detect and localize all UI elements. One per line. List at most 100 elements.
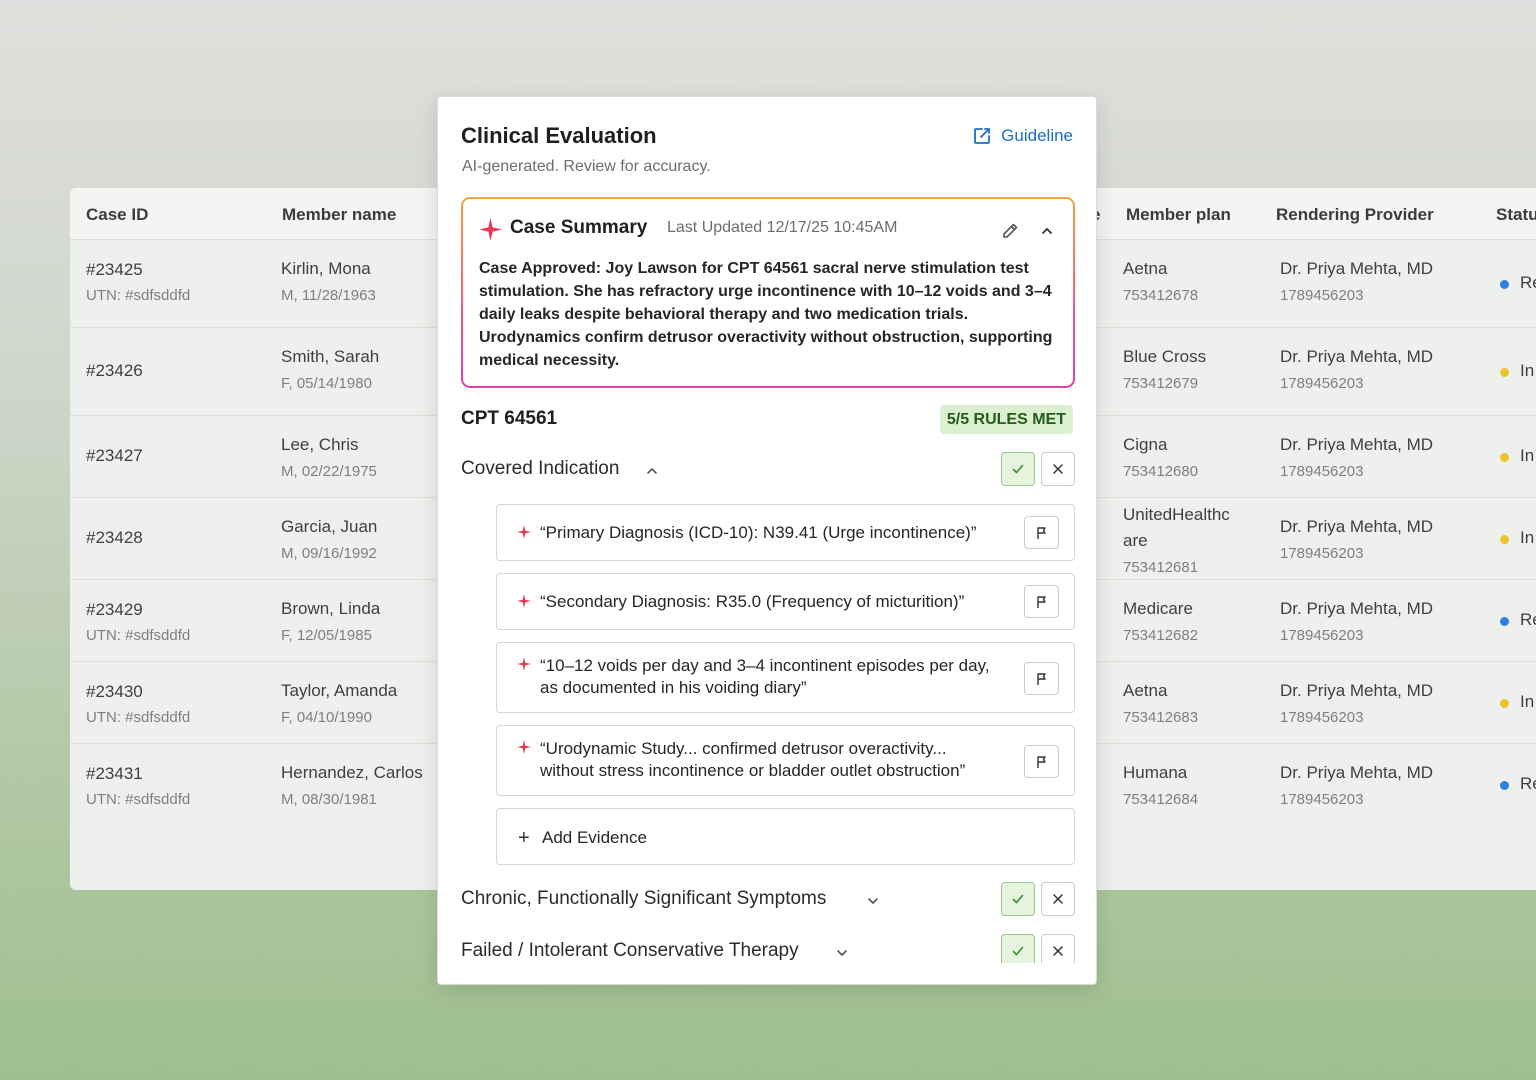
member-plan-id: 753412680 <box>1123 463 1199 480</box>
evidence-text: “Urodynamic Study... confirmed detrusor … <box>540 739 966 780</box>
member-plan: Humana <box>1123 763 1188 782</box>
approve-button[interactable] <box>1001 452 1035 486</box>
section-label: Failed / Intolerant Conservative Therapy <box>461 940 799 961</box>
section-chronic-symptoms[interactable]: Chronic, Functionally Significant Sympto… <box>461 882 1075 918</box>
rendering-provider: Dr. Priya Mehta, MD <box>1280 517 1434 536</box>
member-plan: Blue Cross <box>1123 347 1207 366</box>
status-dot <box>1500 781 1509 790</box>
reject-button[interactable] <box>1041 882 1075 916</box>
status-text: Re <box>1520 774 1536 793</box>
section-label: Covered Indication <box>461 458 620 479</box>
header-case-id[interactable]: Case ID <box>86 205 148 225</box>
approve-button[interactable] <box>1001 882 1035 916</box>
member-name: Taylor, Amanda <box>281 681 398 700</box>
status-dot <box>1500 280 1509 289</box>
utn: UTN: #sdfsddfd <box>86 287 191 304</box>
ai-sparkle-icon <box>517 594 531 608</box>
member-name: Garcia, Juan <box>281 517 378 536</box>
status-text: In <box>1520 361 1535 380</box>
flag-button[interactable] <box>1024 745 1059 778</box>
flag-button[interactable] <box>1024 516 1059 549</box>
rendering-provider: Dr. Priya Mehta, MD <box>1280 347 1434 366</box>
case-id[interactable]: #23431 <box>86 764 143 784</box>
check-icon <box>1012 946 1024 956</box>
chevron-down-icon[interactable] <box>865 893 881 909</box>
evidence-text: “10–12 voids per day and 3–4 incontinent… <box>540 656 990 697</box>
flag-button[interactable] <box>1024 585 1059 618</box>
reject-button[interactable] <box>1041 452 1075 486</box>
member-plan: Medicare <box>1123 599 1193 618</box>
ai-sparkle-icon <box>479 218 502 241</box>
add-evidence-button[interactable]: + Add Evidence <box>496 808 1075 865</box>
member-demographics: F, 05/14/1980 <box>281 375 372 392</box>
pencil-icon[interactable] <box>1000 221 1020 241</box>
member-plan-id: 753412683 <box>1123 709 1199 726</box>
member-name: Brown, Linda <box>281 599 381 618</box>
case-id[interactable]: #23426 <box>86 361 143 381</box>
modal-title: Clinical Evaluation <box>461 123 657 148</box>
member-demographics: F, 12/05/1985 <box>281 627 372 644</box>
member-name: Smith, Sarah <box>281 347 380 366</box>
member-name: Kirlin, Mona <box>281 259 371 278</box>
provider-npi: 1789456203 <box>1280 709 1364 726</box>
status-text: In <box>1520 528 1535 547</box>
provider-npi: 1789456203 <box>1280 627 1364 644</box>
status-dot <box>1500 368 1509 377</box>
member-plan: Cigna <box>1123 435 1168 454</box>
close-icon <box>1053 894 1063 904</box>
header-member-plan[interactable]: Member plan <box>1126 205 1231 225</box>
case-id[interactable]: #23425 <box>86 260 143 280</box>
chevron-up-icon[interactable] <box>1037 221 1057 241</box>
flag-button[interactable] <box>1024 662 1059 695</box>
check-icon <box>1012 894 1024 904</box>
case-id[interactable]: #23429 <box>86 600 143 620</box>
status-text: In <box>1520 446 1535 465</box>
provider-npi: 1789456203 <box>1280 287 1364 304</box>
rendering-provider: Dr. Priya Mehta, MD <box>1280 681 1434 700</box>
status-text: In <box>1520 692 1535 711</box>
case-id[interactable]: #23427 <box>86 446 143 466</box>
flag-icon <box>1036 672 1046 685</box>
evidence-item[interactable]: “Primary Diagnosis (ICD-10): N39.41 (Urg… <box>496 504 1075 561</box>
evidence-text: “Primary Diagnosis (ICD-10): N39.41 (Urg… <box>540 523 977 542</box>
rendering-provider: Dr. Priya Mehta, MD <box>1280 259 1434 278</box>
evidence-text: “Secondary Diagnosis: R35.0 (Frequency o… <box>540 592 965 611</box>
chevron-down-icon[interactable] <box>834 945 850 961</box>
member-plan-id: 753412682 <box>1123 627 1199 644</box>
evidence-item[interactable]: “Secondary Diagnosis: R35.0 (Frequency o… <box>496 573 1075 630</box>
member-plan-id: 753412684 <box>1123 791 1199 808</box>
section-covered-indication[interactable]: Covered Indication <box>461 452 1075 488</box>
utn: UTN: #sdfsddfd <box>86 791 191 808</box>
rendering-provider: Dr. Priya Mehta, MD <box>1280 599 1434 618</box>
rendering-provider: Dr. Priya Mehta, MD <box>1280 763 1434 782</box>
evidence-item[interactable]: “Urodynamic Study... confirmed detrusor … <box>496 725 1075 796</box>
status-dot <box>1500 699 1509 708</box>
summary-title: Case Summary <box>510 217 648 238</box>
case-id[interactable]: #23428 <box>86 528 143 548</box>
ai-sparkle-icon <box>517 657 531 671</box>
header-rendering-provider[interactable]: Rendering Provider <box>1276 205 1434 225</box>
header-member-name[interactable]: Member name <box>282 205 396 225</box>
member-plan-line1: UnitedHealthc <box>1123 505 1230 524</box>
provider-npi: 1789456203 <box>1280 375 1364 392</box>
case-id[interactable]: #23430 <box>86 682 143 702</box>
close-icon <box>1053 464 1063 474</box>
status-dot <box>1500 535 1509 544</box>
flag-icon <box>1036 755 1046 768</box>
modal-subtitle: AI-generated. Review for accuracy. <box>462 158 711 175</box>
chevron-up-icon[interactable] <box>644 463 660 479</box>
check-icon <box>1012 464 1024 474</box>
ai-sparkle-icon <box>517 525 531 539</box>
guideline-link[interactable]: Guideline <box>972 126 1073 146</box>
member-plan-id: 753412678 <box>1123 287 1199 304</box>
member-plan-id: 753412681 <box>1123 559 1199 576</box>
utn: UTN: #sdfsddfd <box>86 709 191 726</box>
utn: UTN: #sdfsddfd <box>86 627 191 644</box>
plus-icon: + <box>518 827 530 849</box>
evidence-item[interactable]: “10–12 voids per day and 3–4 incontinent… <box>496 642 1075 713</box>
flag-icon <box>1036 526 1046 539</box>
cpt-code: CPT 64561 <box>461 408 558 429</box>
summary-last-updated: Last Updated 12/17/25 10:45AM <box>667 219 898 236</box>
status-dot <box>1500 453 1509 462</box>
header-status[interactable]: Statu <box>1496 205 1536 225</box>
